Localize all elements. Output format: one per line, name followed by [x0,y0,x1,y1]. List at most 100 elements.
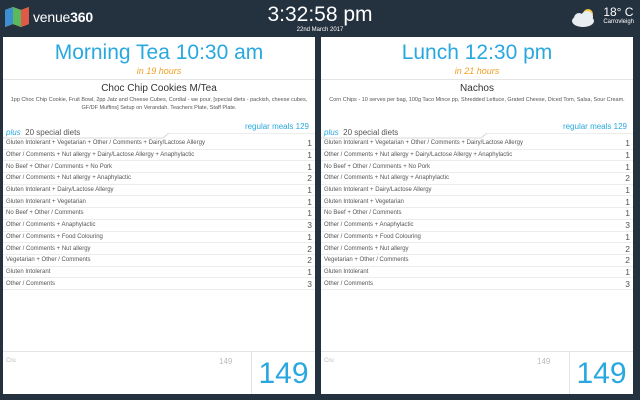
diet-count: 1 [307,150,312,161]
diet-row: Gluten Intolerant + Vegetarian + Other /… [3,138,315,150]
menu-name: Nachos [460,83,494,94]
diet-label: No Beef + Other / Comments [324,210,402,217]
diet-label: Other / Comments + Nut allergy [6,245,91,252]
bottom-strip [0,394,640,400]
diet-row: Other / Comments + Nut allergy 2 [321,243,633,255]
diet-row: Other / Comments + Anaphylactic 3 [321,220,633,232]
diet-row: No Beef + Other / Comments 1 [3,208,315,220]
diet-count: 1 [307,231,312,242]
temperature: 18° C [603,5,634,19]
diet-count: 3 [625,220,630,231]
diet-row: Other / Comments + Nut allergy + Anaphyl… [321,173,633,185]
cloud-sun-icon [572,9,595,27]
divider [321,351,569,352]
diet-row: Gluten Intolerant + Vegetarian + Other /… [321,138,633,150]
diet-row: Gluten Intolerant 1 [321,267,633,279]
diet-count: 1 [307,161,312,172]
diet-count: 1 [625,150,630,161]
diet-count: 1 [307,266,312,277]
regular-meals: regular meals 129 [244,122,309,131]
diet-row: Other / Comments 3 [321,278,633,290]
diet-label: Gluten Intolerant [6,268,51,275]
diet-label: Other / Comments + Nut allergy [324,245,409,252]
diet-row: Other / Comments + Food Colouring 1 [3,232,315,244]
diet-label: Other / Comments + Anaphylactic [324,222,414,229]
diet-label: Gluten Intolerant + Dairy/Lactose Allerg… [324,187,432,194]
diet-row: Vegetarian + Other / Comments 2 [321,255,633,267]
diet-row: No Beef + Other / Comments + No Pork 1 [3,161,315,174]
divider [3,351,251,352]
diet-row: Gluten Intolerant + Dairy/Lactose Allerg… [321,185,633,197]
diet-label: Other / Comments + Food Colouring [6,233,103,240]
diet-row: No Beef + Other / Comments + No Pork 1 [321,161,633,174]
diet-label: Other / Comments + Anaphylactic [6,222,96,229]
top-bar: venue360 3:32:58 pm 22nd March 2017 18° … [0,0,640,37]
diet-label: Vegetarian + Other / Comments [6,257,91,264]
diet-count: 1 [625,161,630,172]
diet-row: Gluten Intolerant 1 [3,267,315,279]
clock-date: 22nd March 2017 [296,27,344,33]
diet-count: 2 [625,173,630,184]
diet-count: 1 [307,185,312,196]
diet-label: Gluten Intolerant [324,268,369,275]
diet-row: Other / Comments + Nut allergy 2 [3,243,315,255]
regular-meals: regular meals 129 [562,122,627,131]
diet-row: Other / Comments + Food Colouring 1 [321,232,633,244]
menu-description: 1pp Choc Chip Cookie, Fruit Bowl, 2pp Ja… [10,97,308,111]
diet-label: Other / Comments [324,280,374,287]
diet-count: 1 [625,266,630,277]
menu-name: Choc Chip Cookies M/Tea [101,83,217,94]
meal-eta: in 19 hours [136,66,182,76]
diet-count: 2 [625,243,630,254]
diet-row: Other / Comments 3 [3,278,315,290]
diet-count: 1 [307,138,312,149]
diet-label: No Beef + Other / Comments + No Pork [6,163,113,170]
footer-label: Cru [6,358,16,364]
footer-count: 149 [219,357,233,366]
diet-label: Other / Comments + Nut allergy + Anaphyl… [324,175,450,182]
diet-count: 2 [307,255,312,266]
diet-label: No Beef + Other / Comments + No Pork [324,163,431,170]
diet-row: Other / Comments + Nut allergy + Dairy/L… [321,150,633,162]
diet-row: Gluten Intolerant + Vegetarian 1 [3,196,315,209]
total-count: 149 [258,357,309,390]
total-box: 149 [569,351,633,394]
diet-count: 3 [625,278,630,289]
diet-count: 1 [307,208,312,219]
meal-panel-morning-tea: Morning Tea 10:30 am in 19 hours Choc Ch… [3,37,315,394]
diet-count: 2 [625,255,630,266]
diet-count: 2 [307,173,312,184]
diet-label: Other / Comments + Food Colouring [324,233,421,240]
meal-panel-lunch: Lunch 12:30 pm in 21 hours Nachos Corn C… [321,37,633,394]
diet-row: No Beef + Other / Comments 1 [321,208,633,220]
clock-time: 3:32:58 pm [267,3,373,26]
diet-row: Vegetarian + Other / Comments 2 [3,255,315,267]
menu-description: Corn Chips - 10 serves per bag, 100g Tac… [329,97,625,103]
meal-title: Lunch 12:30 pm [401,41,553,64]
diet-label: Other / Comments + Nut allergy + Dairy/L… [6,152,195,159]
diet-label: Gluten Intolerant + Vegetarian [324,198,404,205]
diet-label: Gluten Intolerant + Vegetarian [6,198,86,205]
diet-count: 1 [625,196,630,207]
diet-label: Gluten Intolerant + Dairy/Lactose Allerg… [6,187,114,194]
diet-count: 1 [625,208,630,219]
diet-count: 1 [625,185,630,196]
diet-row: Other / Comments + Anaphylactic 3 [3,220,315,232]
meal-title: Morning Tea 10:30 am [54,41,264,64]
diet-count: 1 [625,138,630,149]
diet-label: No Beef + Other / Comments [6,210,84,217]
diet-label: Other / Comments [6,280,56,287]
diet-label: Other / Comments + Nut allergy + Anaphyl… [6,175,132,182]
diet-row: Other / Comments + Nut allergy + Dairy/L… [3,150,315,162]
diet-label: Other / Comments + Nut allergy + Dairy/L… [324,152,513,159]
diet-label: Vegetarian + Other / Comments [324,257,409,264]
diet-count: 1 [625,231,630,242]
diet-row: Other / Comments + Nut allergy + Anaphyl… [3,173,315,185]
diet-count: 1 [307,196,312,207]
diet-label: Gluten Intolerant + Vegetarian + Other /… [6,140,205,147]
diet-row: Gluten Intolerant + Vegetarian 1 [321,196,633,209]
meal-eta: in 21 hours [454,66,500,76]
weather-widget: 18° C Carrovleigh [570,6,634,28]
diet-row: Gluten Intolerant + Dairy/Lactose Allerg… [3,185,315,197]
diet-count: 3 [307,278,312,289]
